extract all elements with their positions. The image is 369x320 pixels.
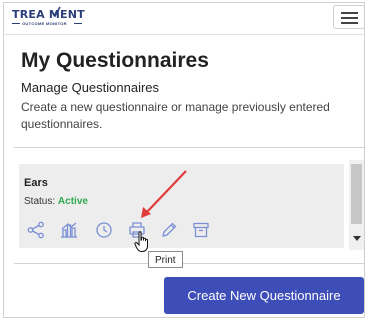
scrollbar-thumb[interactable] xyxy=(351,164,362,224)
print-tooltip: Print xyxy=(148,251,183,268)
logo-tagline: OUTCOME MONITOR xyxy=(22,21,67,26)
archive-icon[interactable] xyxy=(191,220,211,240)
questionnaire-card[interactable]: Ears Status: Active xyxy=(19,164,344,248)
page-title: My Questionnaires xyxy=(21,49,209,72)
share-icon[interactable] xyxy=(26,220,46,240)
questionnaire-name: Ears xyxy=(24,177,48,189)
section-subtitle: Manage Questionnaires xyxy=(21,80,160,95)
questionnaire-actions xyxy=(19,220,229,242)
hamburger-menu-icon xyxy=(341,12,358,14)
questionnaire-list: Ears Status: Active xyxy=(19,160,365,250)
page-description: Create a new questionnaire or manage pre… xyxy=(21,100,330,131)
header-divider xyxy=(3,34,365,35)
hamburger-menu-button[interactable] xyxy=(333,5,365,29)
list-scrollbar[interactable] xyxy=(349,160,364,250)
status-badge: Active xyxy=(57,196,88,207)
create-new-questionnaire-button[interactable]: Create New Questionnaire xyxy=(164,277,364,314)
questionnaire-status: Status: Active xyxy=(24,196,88,207)
list-divider xyxy=(14,263,364,264)
history-icon[interactable] xyxy=(94,220,114,240)
section-divider xyxy=(14,147,364,148)
logo-text: TREA MENT xyxy=(12,8,85,21)
app-logo[interactable]: TREA MENT OUTCOME MONITOR xyxy=(12,6,86,30)
hand-cursor-icon xyxy=(134,231,148,252)
logo-check-icon xyxy=(51,6,61,18)
chart-icon[interactable] xyxy=(59,220,79,240)
edit-icon[interactable] xyxy=(159,220,179,240)
status-label: Status: xyxy=(24,196,56,207)
scroll-down-icon[interactable] xyxy=(353,236,361,241)
